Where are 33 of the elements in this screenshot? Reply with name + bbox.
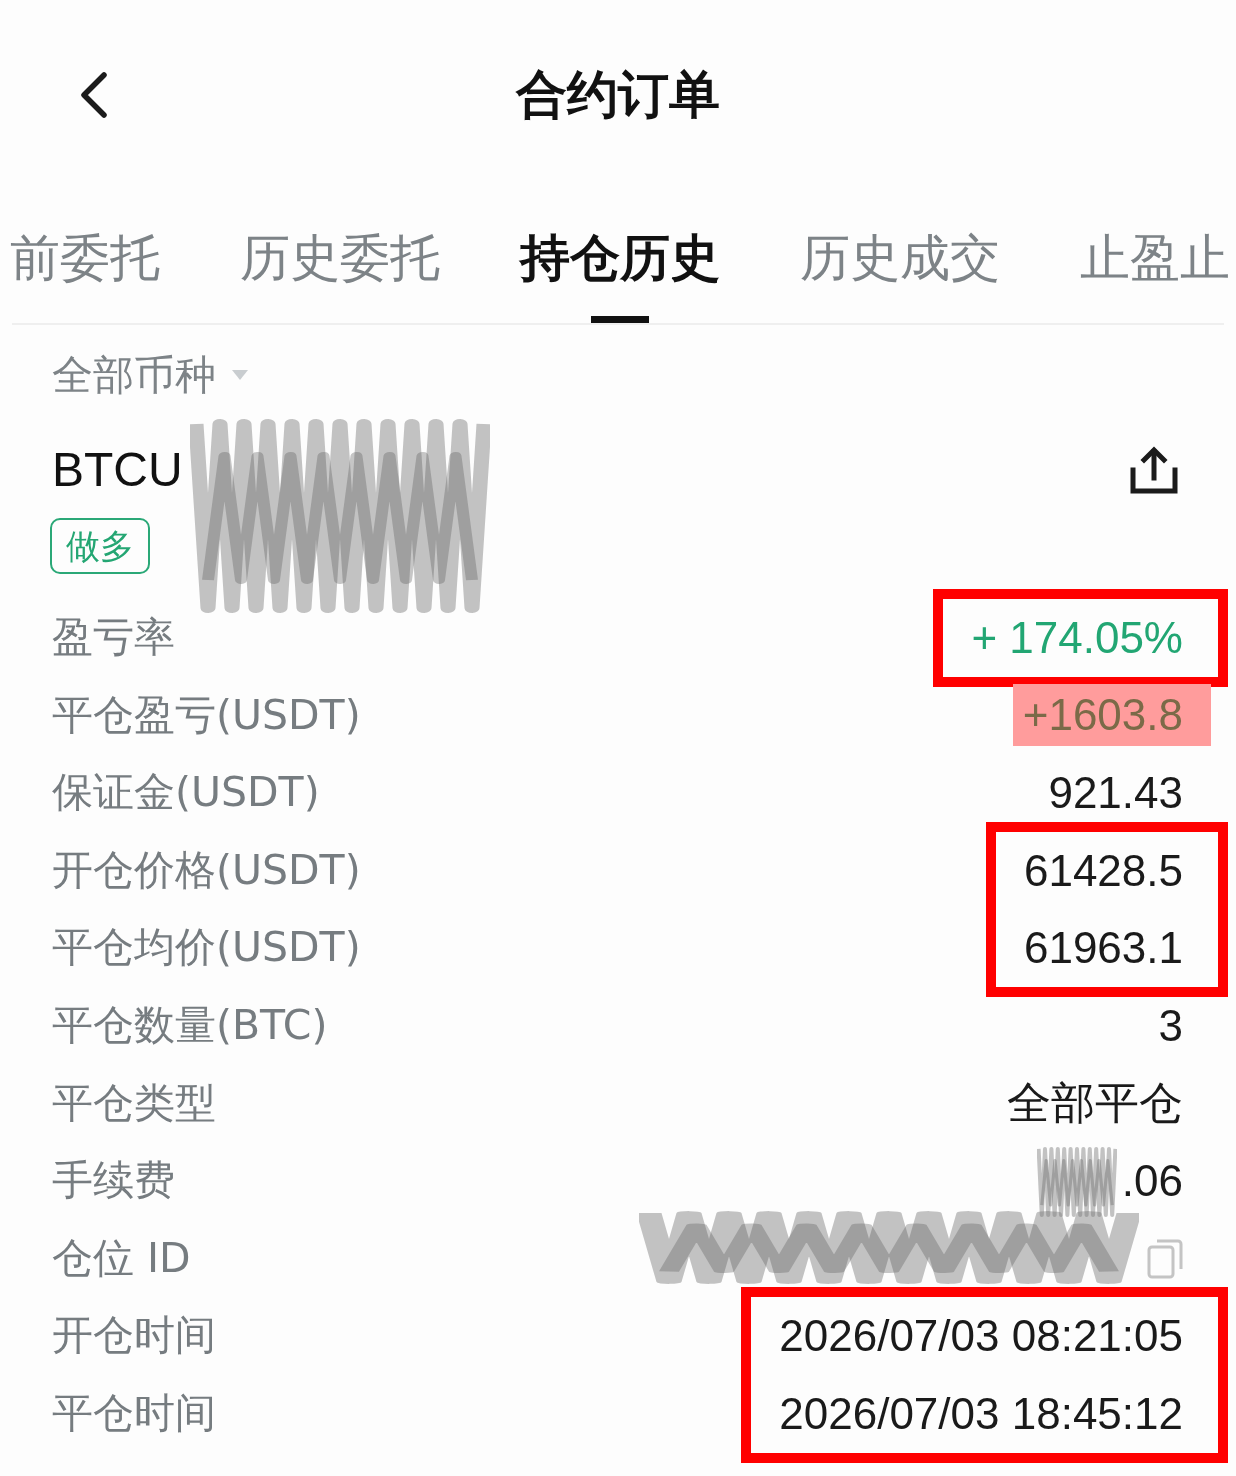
side-tag: 做多 bbox=[50, 518, 150, 574]
detail-value: 921.43 bbox=[1048, 767, 1183, 819]
detail-label: 平仓均价(USDT) bbox=[52, 922, 361, 974]
detail-label: 开仓价格(USDT) bbox=[52, 844, 361, 896]
detail-label: 平仓盈亏(USDT) bbox=[52, 689, 361, 741]
tab[interactable]: 历史成交 bbox=[800, 233, 1000, 283]
tab[interactable]: 止盈止 bbox=[1080, 233, 1230, 283]
detail-label: 开仓时间 bbox=[52, 1310, 216, 1362]
coin-filter-dropdown[interactable]: 全部币种 bbox=[52, 355, 248, 395]
detail-label: 保证金(USDT) bbox=[52, 767, 321, 819]
detail-value: 2026/07/03 18:45:12 bbox=[779, 1387, 1183, 1440]
tab[interactable]: 历史委托 bbox=[240, 233, 440, 283]
tab[interactable]: 前委托 bbox=[10, 233, 160, 283]
page-title: 合约订单 bbox=[516, 65, 720, 125]
detail-value: 61963.1 bbox=[1023, 922, 1183, 975]
detail-label: 手续费 bbox=[52, 1155, 176, 1207]
detail-value: 61428.5 bbox=[1023, 844, 1183, 897]
detail-label: 平仓数量(BTC) bbox=[52, 999, 328, 1051]
detail-value: 全部平仓 bbox=[1007, 1077, 1183, 1130]
caret-down-icon bbox=[232, 370, 248, 380]
detail-value: + 174.05% bbox=[971, 611, 1183, 664]
tab[interactable]: 持仓历史 bbox=[520, 233, 720, 283]
detail-label: 平仓类型 bbox=[52, 1077, 217, 1129]
detail-value: 2026/07/03 08:21:05 bbox=[779, 1310, 1183, 1363]
detail-label: 平仓时间 bbox=[52, 1387, 216, 1439]
detail-value: +1603.8 bbox=[1012, 684, 1211, 747]
detail-value: .06 bbox=[1121, 1154, 1183, 1207]
detail-label: 仓位 ID bbox=[52, 1232, 192, 1284]
share-icon[interactable] bbox=[1130, 446, 1178, 494]
detail-value: 3 bbox=[1158, 999, 1183, 1052]
contract-symbol: BTCU bbox=[52, 446, 183, 494]
detail-label: 盈亏率 bbox=[52, 612, 175, 663]
back-icon[interactable] bbox=[78, 71, 108, 119]
